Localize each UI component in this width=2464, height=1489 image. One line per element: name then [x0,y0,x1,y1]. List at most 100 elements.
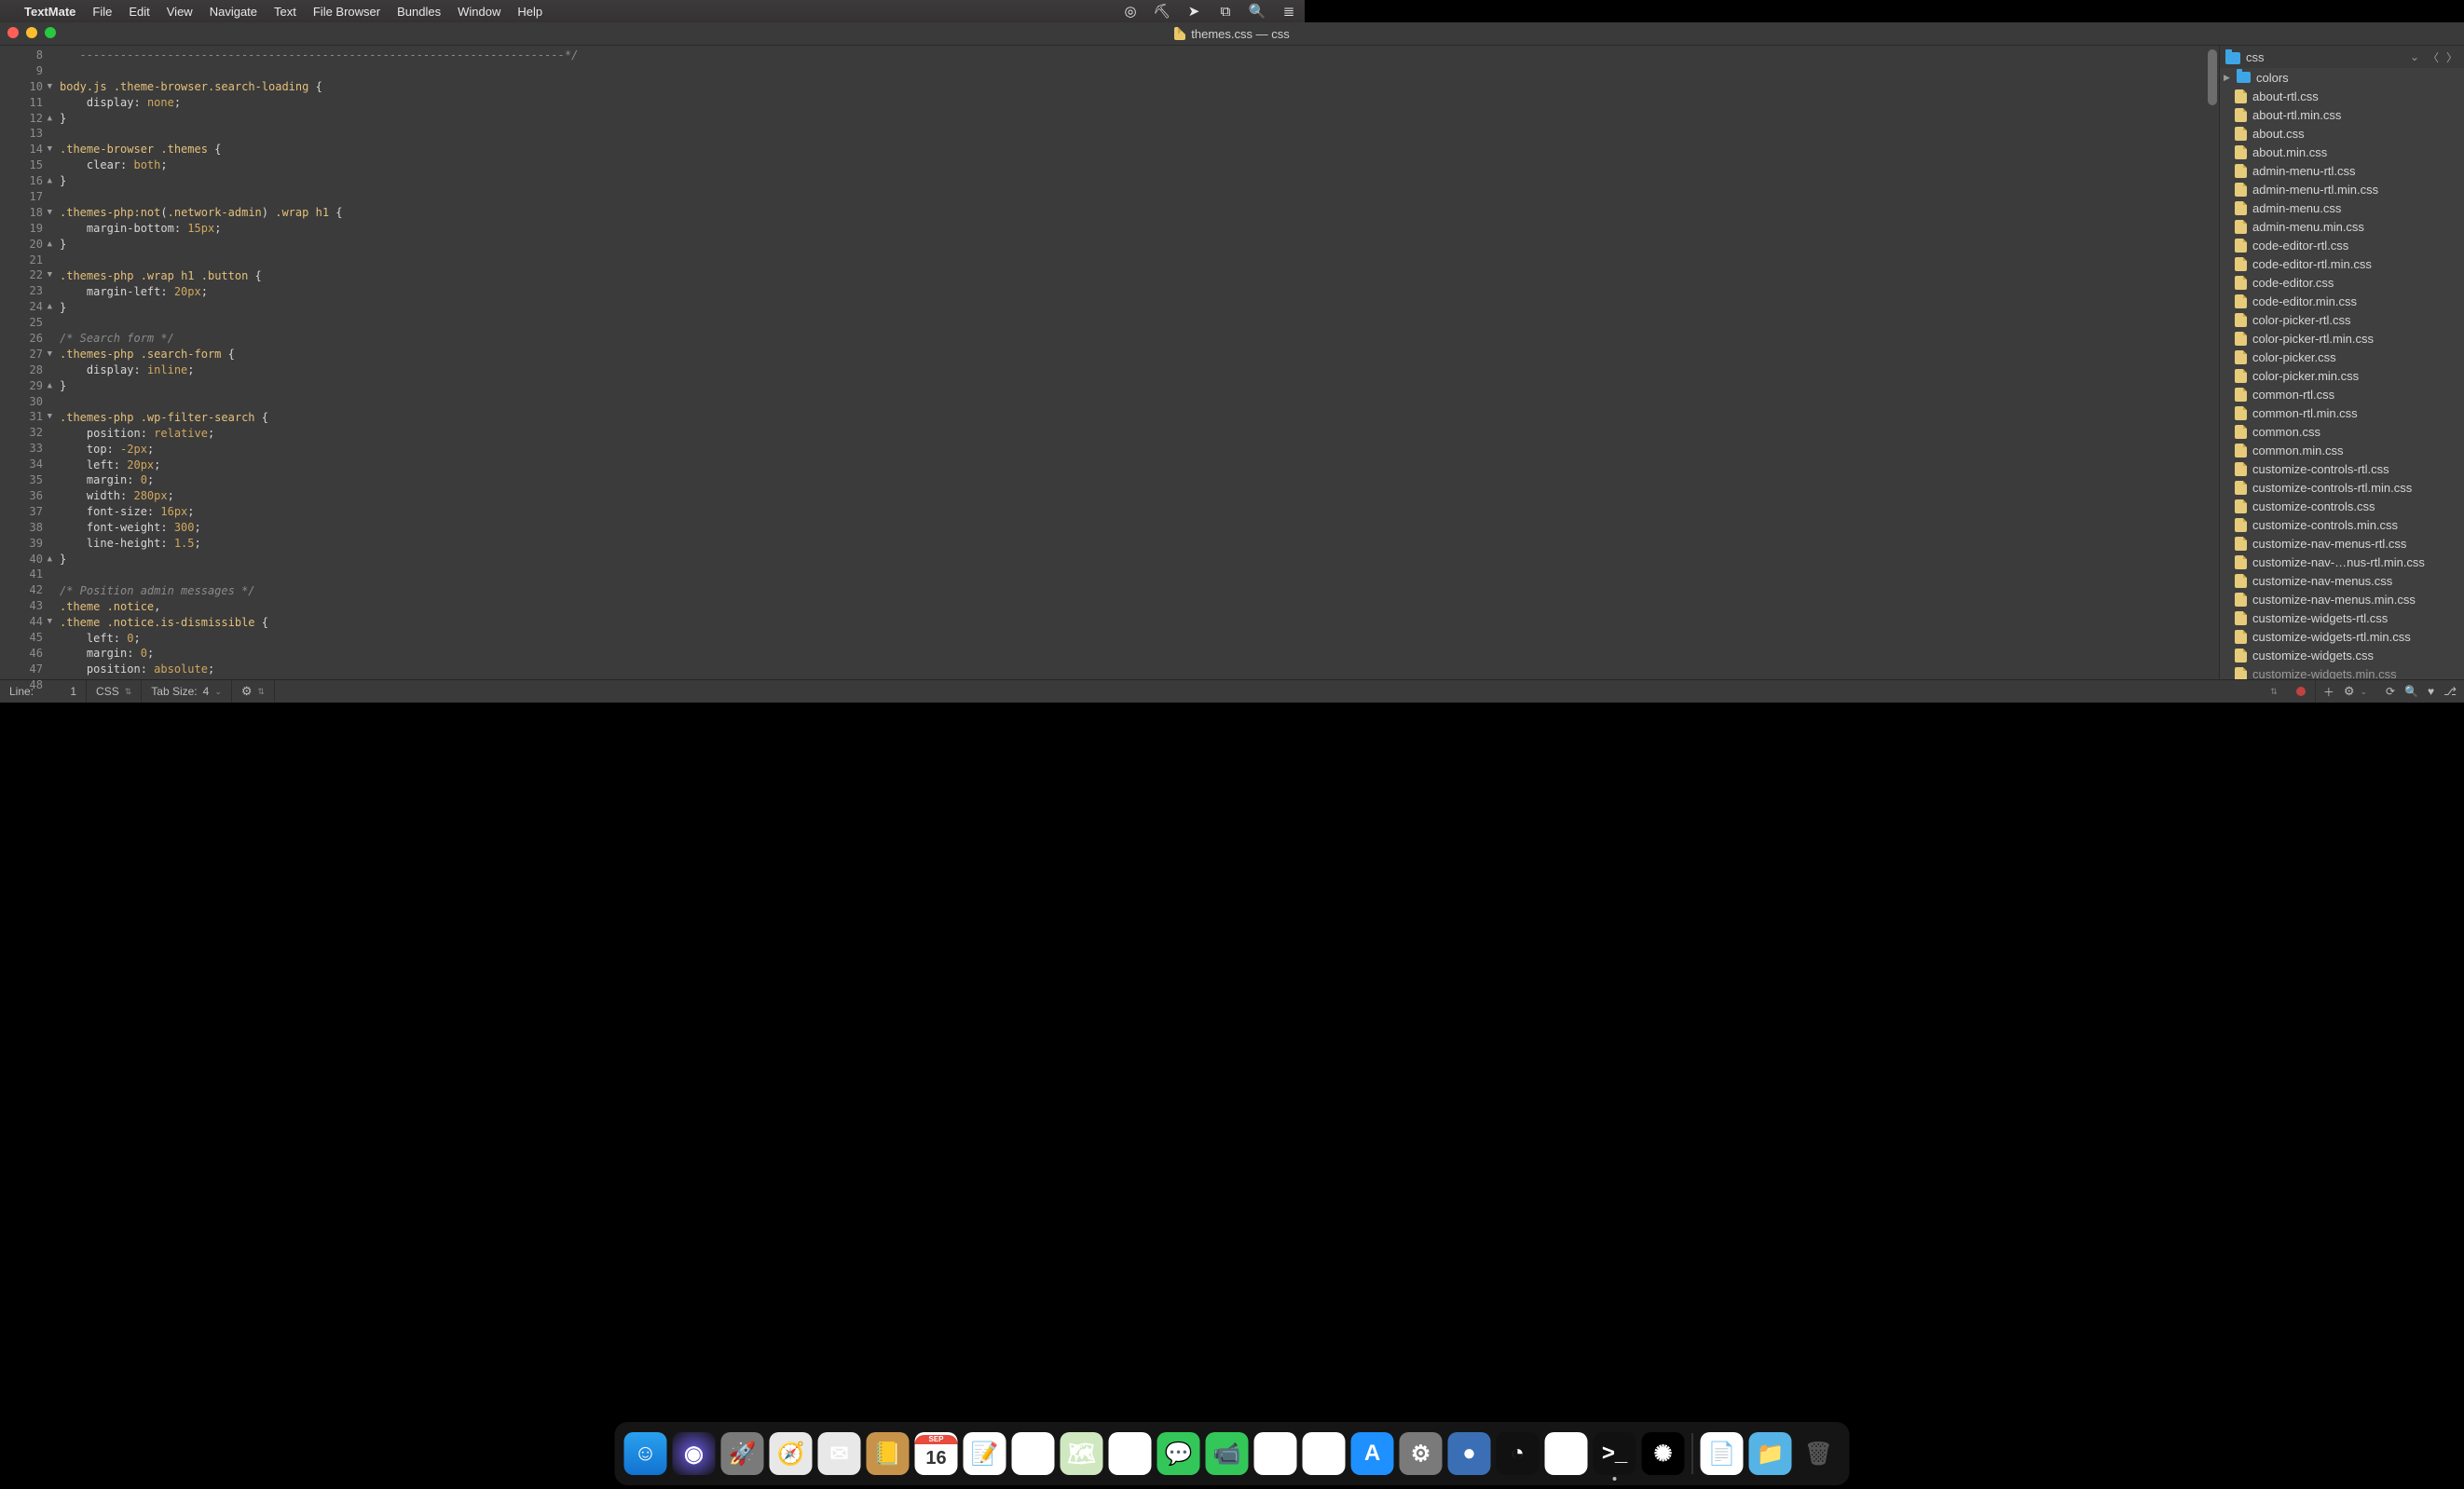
dock-app-finder[interactable]: ☺ [624,1432,667,1475]
code-line[interactable] [60,189,2219,205]
macos-dock[interactable]: ☺◉🚀🧭✉📒SEP16📝☑🗺❀💬📹N♪A⚙●◔ρ>_✺📄📁🗑 [615,1422,1850,1485]
file-row[interactable]: code-editor.css [2220,273,2464,292]
code-line[interactable]: /* Position admin messages */ [60,583,2219,599]
file-row[interactable]: code-editor-rtl.css [2220,236,2464,254]
add-file-button[interactable]: ＋ [2323,684,2334,700]
window-close-button[interactable] [7,27,19,38]
menu-bundles[interactable]: Bundles [397,5,441,19]
symbol-popup-icon[interactable]: ⇅ [2270,687,2278,697]
dock-app-app3[interactable]: ρ [1545,1432,1588,1475]
dock-app-maps[interactable]: 🗺 [1061,1432,1103,1475]
code-line[interactable]: width: 280px; [60,488,2219,504]
folder-row[interactable]: ▶colors [2220,68,2464,87]
file-row[interactable]: color-picker-rtl.min.css [2220,329,2464,348]
code-line[interactable]: margin-bottom: 15px; [60,221,2219,237]
line-number[interactable]: 32 [0,425,54,441]
file-row[interactable]: customize-widgets.min.css [2220,664,2464,679]
dock-downloads[interactable]: 📁 [1749,1432,1792,1475]
line-number[interactable]: 22▼ [0,267,54,283]
line-number[interactable]: 34 [0,457,54,472]
line-number[interactable]: 26 [0,331,54,347]
line-number[interactable]: 28 [0,362,54,378]
line-number[interactable]: 9 [0,63,54,79]
code-line[interactable]: .theme .notice.is-dismissible { [60,615,2219,631]
code-line[interactable] [60,253,2219,268]
window-zoom-button[interactable] [45,27,56,38]
code-line[interactable]: .theme-browser .themes { [60,142,2219,157]
line-number[interactable]: 43 [0,598,54,614]
file-row[interactable]: code-editor.min.css [2220,292,2464,310]
file-row[interactable]: admin-menu-rtl.css [2220,161,2464,180]
file-browser-header[interactable]: css ⌄ 〈 〉 [2220,46,2464,68]
editor-scrollbar[interactable] [2206,46,2219,679]
window-titlebar[interactable]: themes.css — css [0,22,2464,46]
file-row[interactable]: customize-nav-…nus-rtl.min.css [2220,553,2464,571]
file-row[interactable]: customize-nav-menus-rtl.css [2220,534,2464,553]
line-number[interactable]: 14▼ [0,142,54,157]
file-row[interactable]: customize-controls-rtl.min.css [2220,478,2464,497]
dock-app-app4[interactable]: ✺ [1642,1432,1685,1475]
dock-app-siri[interactable]: ◉ [673,1432,716,1475]
code-line[interactable]: } [60,173,2219,189]
file-row[interactable]: code-editor-rtl.min.css [2220,254,2464,273]
line-number[interactable]: 42 [0,582,54,598]
line-number[interactable]: 44▼ [0,614,54,630]
line-number[interactable]: 13 [0,126,54,142]
code-line[interactable]: .themes-php .search-form { [60,347,2219,362]
menu-file[interactable]: File [92,5,112,19]
cc-icon[interactable]: ◎ [1122,3,1139,20]
dock-app-facetime[interactable]: 📹 [1206,1432,1249,1475]
menu-file-browser[interactable]: File Browser [313,5,380,19]
file-row[interactable]: customize-widgets.css [2220,646,2464,664]
screen-mirror-icon[interactable]: ⧉ [1217,4,1234,20]
code-line[interactable]: position: relative; [60,426,2219,442]
nav-forward-icon[interactable]: 〉 [2445,49,2458,65]
cursor-icon[interactable]: ➤ [1185,3,1202,20]
bundle-menu[interactable]: ⚙ ⇅ [232,680,275,703]
line-number[interactable]: 18▼ [0,205,54,221]
code-line[interactable]: /* Search form */ [60,331,2219,347]
line-number[interactable]: 16▲ [0,173,54,189]
code-line[interactable] [60,127,2219,143]
code-line[interactable]: font-size: 16px; [60,504,2219,520]
dock-app-settings[interactable]: ⚙ [1400,1432,1443,1475]
file-row[interactable]: customize-nav-menus.css [2220,571,2464,590]
line-number[interactable]: 12▲ [0,111,54,127]
file-row[interactable]: color-picker-rtl.css [2220,310,2464,329]
file-row[interactable]: common.css [2220,422,2464,441]
line-number[interactable]: 25 [0,315,54,331]
code-line[interactable]: } [60,378,2219,394]
editor-gutter[interactable]: 8910▼1112▲1314▼1516▲1718▼1920▲2122▼2324▲… [0,46,54,679]
line-number[interactable]: 20▲ [0,237,54,253]
file-row[interactable]: about.min.css [2220,143,2464,161]
dock-app-messages[interactable]: 💬 [1157,1432,1200,1475]
file-row[interactable]: customize-widgets-rtl.min.css [2220,627,2464,646]
file-row[interactable]: customize-nav-menus.min.css [2220,590,2464,608]
dock-app-calendar[interactable]: SEP16 [915,1432,958,1475]
dock-app-safari[interactable]: 🧭 [770,1432,813,1475]
dock-app-app1[interactable]: ● [1448,1432,1491,1475]
code-line[interactable]: } [60,552,2219,567]
dock-app-notes[interactable]: 📝 [964,1432,1006,1475]
editor-pane[interactable]: 8910▼1112▲1314▼1516▲1718▼1920▲2122▼2324▲… [0,46,2219,679]
code-line[interactable]: display: inline; [60,362,2219,378]
code-line[interactable]: ----------------------------------------… [60,48,2219,63]
dock-trash[interactable]: 🗑 [1798,1432,1841,1475]
app-name[interactable]: TextMate [24,5,75,19]
code-line[interactable]: display: none; [60,95,2219,111]
code-line[interactable]: top: -2px; [60,442,2219,458]
line-number[interactable]: 40▲ [0,552,54,567]
reload-icon[interactable]: ⟳ [2386,685,2395,698]
tabsize-selector[interactable]: Tab Size: 4 ⌄ [142,680,232,703]
line-number[interactable]: 39 [0,536,54,552]
menu-window[interactable]: Window [458,5,500,19]
file-row[interactable]: common-rtl.min.css [2220,403,2464,422]
file-row[interactable]: common.min.css [2220,441,2464,459]
dock-app-music[interactable]: ♪ [1303,1432,1346,1475]
file-row[interactable]: about-rtl.min.css [2220,105,2464,124]
dropdown-icon[interactable]: ⌄ [2408,50,2421,63]
line-number[interactable]: 35 [0,472,54,488]
menu-edit[interactable]: Edit [129,5,149,19]
dock-app-terminal[interactable]: >_ [1594,1432,1636,1475]
line-number[interactable]: 29▲ [0,378,54,394]
